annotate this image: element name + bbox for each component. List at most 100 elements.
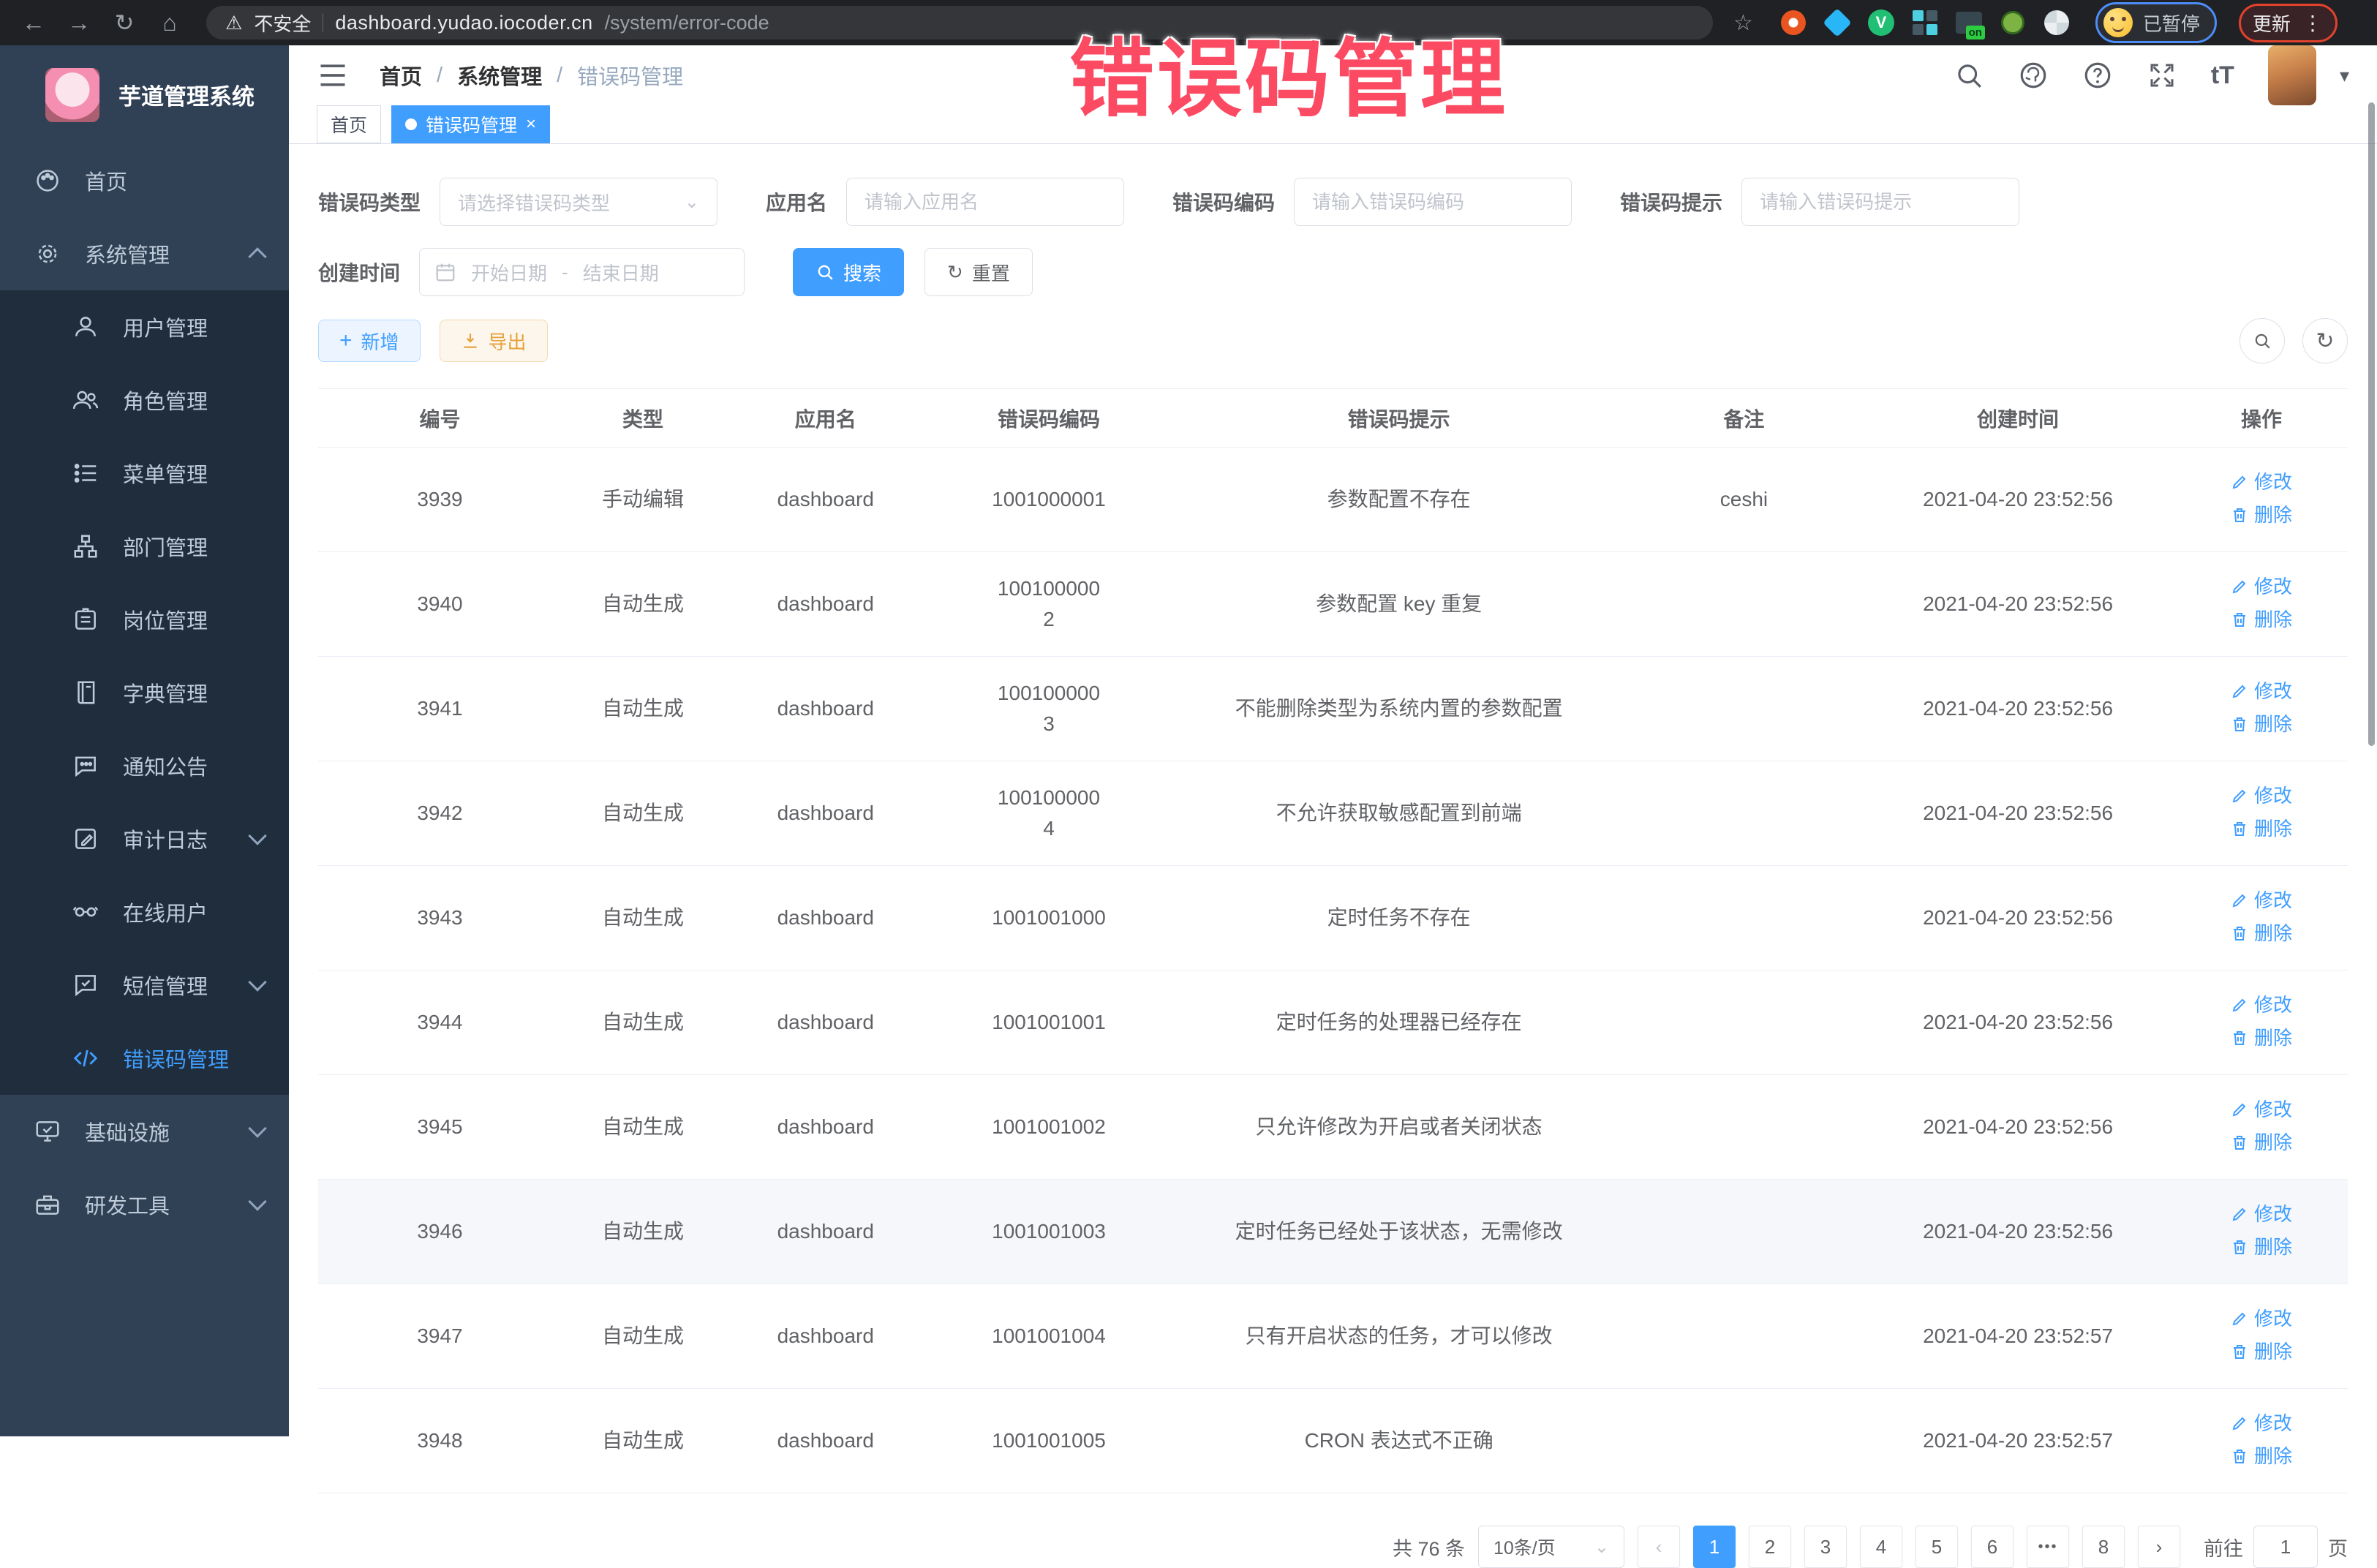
sidebar-item-announcements[interactable]: 通知公告: [0, 729, 289, 802]
prev-page-button[interactable]: ‹: [1638, 1526, 1680, 1568]
export-button[interactable]: 导出: [440, 320, 548, 362]
app-logo-row[interactable]: 芋道管理系统: [0, 45, 289, 144]
tab-label: 错误码管理: [426, 111, 517, 137]
page-size-select[interactable]: 10条/页 ⌄: [1478, 1526, 1624, 1568]
sidebar-item-label: 部门管理: [123, 531, 208, 562]
browser-home-icon[interactable]: ⌂: [151, 5, 189, 40]
edit-button[interactable]: 修改: [2231, 990, 2292, 1020]
font-size-icon[interactable]: tT: [2211, 61, 2234, 90]
delete-button[interactable]: 删除: [2231, 918, 2292, 949]
pencil-icon: [2231, 682, 2248, 700]
sidebar-item-audit-log[interactable]: 审计日志: [0, 802, 289, 875]
fullscreen-icon[interactable]: [2147, 60, 2177, 91]
delete-button[interactable]: 删除: [2231, 709, 2292, 739]
sidebar-item-menus[interactable]: 菜单管理: [0, 437, 289, 510]
delete-button[interactable]: 删除: [2231, 1022, 2292, 1053]
extension-gem-icon[interactable]: [1823, 9, 1851, 37]
sidebar-item-dictionary[interactable]: 字典管理: [0, 656, 289, 729]
add-button[interactable]: + 新增: [318, 320, 421, 362]
browser-back-icon[interactable]: ←: [15, 5, 53, 40]
delete-button[interactable]: 删除: [2231, 1336, 2292, 1367]
delete-button[interactable]: 删除: [2231, 1441, 2292, 1471]
app-name-input[interactable]: [864, 191, 1106, 214]
profile-paused-badge[interactable]: 已暂停: [2095, 2, 2217, 43]
browser-forward-icon[interactable]: →: [60, 5, 98, 40]
breadcrumb-home[interactable]: 首页: [380, 60, 422, 91]
user-avatar[interactable]: [2268, 45, 2316, 105]
edit-button[interactable]: 修改: [2231, 467, 2292, 497]
sidebar-item-error-code[interactable]: 错误码管理: [0, 1022, 289, 1095]
extension-v-icon[interactable]: V: [1867, 9, 1895, 37]
extension-key-icon[interactable]: [1999, 9, 2027, 37]
tab-error-code[interactable]: 错误码管理 ×: [391, 105, 550, 143]
edit-button[interactable]: 修改: [2231, 571, 2292, 602]
search-button[interactable]: 搜索: [793, 248, 904, 296]
menu-list-icon: [72, 459, 99, 487]
date-range-picker[interactable]: 开始日期 - 结束日期: [419, 248, 745, 296]
browser-reload-icon[interactable]: ↻: [105, 5, 143, 40]
next-page-button[interactable]: ›: [2138, 1526, 2180, 1568]
sidebar-item-home[interactable]: 首页: [0, 144, 289, 217]
github-icon[interactable]: [2018, 60, 2049, 91]
sidebar-item-system[interactable]: 系统管理: [0, 217, 289, 290]
goto-label: 前往: [2204, 1533, 2243, 1561]
trash-icon: [2231, 924, 2248, 942]
edit-button[interactable]: 修改: [2231, 1094, 2292, 1125]
delete-button[interactable]: 删除: [2231, 500, 2292, 530]
tab-home[interactable]: 首页: [317, 105, 381, 143]
delete-button[interactable]: 删除: [2231, 604, 2292, 635]
error-code-input[interactable]: [1312, 191, 1553, 214]
sidebar-item-online-users[interactable]: 在线用户: [0, 875, 289, 949]
extension-orange-icon[interactable]: [1779, 9, 1807, 37]
sidebar-item-devtools[interactable]: 研发工具: [0, 1168, 289, 1241]
delete-button[interactable]: 删除: [2231, 1232, 2292, 1262]
edit-button[interactable]: 修改: [2231, 1408, 2292, 1439]
security-warning-icon[interactable]: ⚠: [225, 12, 242, 34]
page-button-2[interactable]: 2: [1749, 1526, 1791, 1568]
browser-menu-icon[interactable]: ⋮: [2302, 11, 2324, 35]
sidebar-item-posts[interactable]: 岗位管理: [0, 583, 289, 656]
delete-button[interactable]: 删除: [2231, 1127, 2292, 1158]
edit-button[interactable]: 修改: [2231, 1199, 2292, 1229]
page-button-1[interactable]: 1: [1693, 1526, 1736, 1568]
sidebar-item-infrastructure[interactable]: 基础设施: [0, 1095, 289, 1168]
page-button-6[interactable]: 6: [1971, 1526, 2014, 1568]
system-submenu: 用户管理 角色管理 菜单管理 部门管理 岗位管理 字典管理: [0, 290, 289, 1095]
sidebar-item-users[interactable]: 用户管理: [0, 290, 289, 363]
address-bar[interactable]: ⚠ 不安全 dashboard.yudao.iocoder.cn/system/…: [206, 6, 1713, 39]
delete-button[interactable]: 删除: [2231, 813, 2292, 844]
avatar-caret-icon[interactable]: ▾: [2340, 64, 2349, 87]
page-button-4[interactable]: 4: [1860, 1526, 1902, 1568]
edit-button[interactable]: 修改: [2231, 885, 2292, 916]
breadcrumb-system[interactable]: 系统管理: [457, 60, 542, 91]
extension-on-badge-icon[interactable]: on: [1955, 9, 1983, 37]
extension-puzzle-icon[interactable]: [2043, 9, 2071, 37]
edit-button[interactable]: 修改: [2231, 780, 2292, 811]
goto-page-input[interactable]: [2253, 1526, 2318, 1568]
page-button-3[interactable]: 3: [1804, 1526, 1847, 1568]
bookmark-star-icon[interactable]: ☆: [1733, 10, 1753, 36]
extension-grid-icon[interactable]: [1911, 9, 1939, 37]
sidebar-item-departments[interactable]: 部门管理: [0, 510, 289, 583]
sidebar-collapse-icon[interactable]: [317, 59, 349, 91]
search-icon[interactable]: [1954, 60, 1984, 91]
breadcrumb-separator: /: [557, 64, 562, 88]
error-msg-input[interactable]: [1760, 191, 2001, 214]
edit-button[interactable]: 修改: [2231, 1303, 2292, 1334]
help-icon[interactable]: [2082, 60, 2113, 91]
sidebar-item-sms[interactable]: 短信管理: [0, 949, 289, 1022]
page-button-8[interactable]: 8: [2082, 1526, 2125, 1568]
app-title: 芋道管理系统: [118, 78, 255, 111]
reset-button[interactable]: ↻ 重置: [924, 248, 1033, 296]
close-icon[interactable]: ×: [526, 114, 536, 135]
edit-button[interactable]: 修改: [2231, 676, 2292, 706]
refresh-button[interactable]: ↻: [2302, 318, 2348, 363]
paused-label: 已暂停: [2143, 10, 2200, 37]
scrollbar-thumb[interactable]: [2368, 102, 2375, 746]
toggle-search-button[interactable]: [2239, 318, 2285, 363]
error-type-select[interactable]: 请选择错误码类型 ⌄: [440, 178, 717, 226]
more-pages-button[interactable]: •••: [2027, 1526, 2069, 1568]
sidebar-item-roles[interactable]: 角色管理: [0, 363, 289, 437]
page-button-5[interactable]: 5: [1915, 1526, 1958, 1568]
browser-update-button[interactable]: 更新 ⋮: [2239, 4, 2338, 42]
